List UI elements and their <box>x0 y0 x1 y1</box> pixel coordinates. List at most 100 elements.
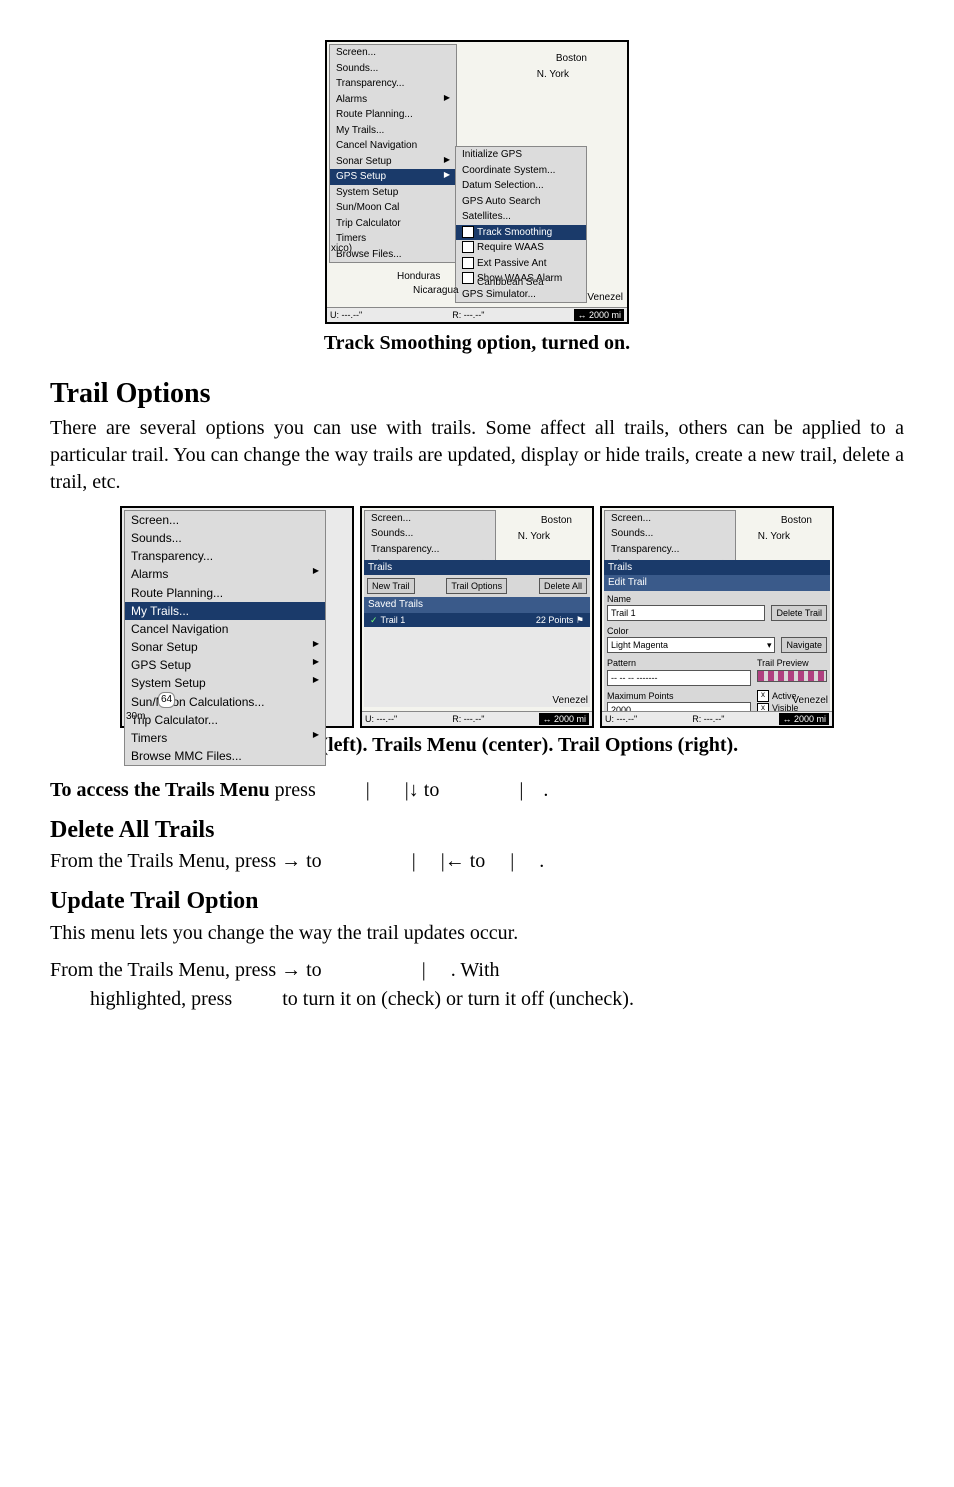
trails-menu-screenshot: Screen... Sounds... Transparency... Alar… <box>360 506 594 728</box>
menu-item[interactable]: System Setup▶ <box>125 674 325 692</box>
menu-item[interactable]: Sun/Moon Calculations... <box>125 693 325 711</box>
menu-item[interactable]: Sonar Setup▶ <box>125 638 325 656</box>
delete-all-heading: Delete All Trails <box>50 814 904 846</box>
menu-item[interactable]: Cancel Navigation <box>330 138 456 154</box>
submenu-arrow-icon: ▶ <box>444 170 450 181</box>
status-bar: U: ---.--" R: ---.--" ↔ 2000 mi <box>602 711 832 726</box>
trails-panel: Trails New Trail Trail Options Delete Al… <box>364 560 590 707</box>
menu-item-label: Sonar Setup <box>336 156 392 167</box>
submenu-item[interactable]: Ext Passive Ant <box>456 256 586 272</box>
menu-item: Sounds... <box>605 526 735 542</box>
submenu-item[interactable]: Satellites... <box>456 209 586 225</box>
menu-item[interactable]: Transparency... <box>125 547 325 565</box>
update2-prefix: highlighted, press <box>90 988 237 1010</box>
map-label: Venezel <box>552 694 588 708</box>
map-label: Boston <box>556 52 587 66</box>
checkbox-icon <box>462 257 474 269</box>
status-r: R: ---.--" <box>452 713 484 725</box>
submenu-item[interactable]: GPS Auto Search <box>456 194 586 210</box>
menu-item[interactable]: Sun/Moon Cal <box>330 200 456 216</box>
checkbox-icon: x <box>757 690 769 702</box>
trail-row[interactable]: ✓Trail 1 22 Points ⚑ <box>364 613 590 627</box>
map-label: N. York <box>518 530 550 544</box>
menu-item[interactable]: GPS Setup▶ <box>125 656 325 674</box>
check-icon: ✓ <box>370 615 378 625</box>
status-u: U: ---.--" <box>365 713 397 725</box>
menu-item-gps-setup[interactable]: GPS Setup▶ <box>330 169 456 185</box>
delete-mid: | |← to | . <box>372 850 545 872</box>
update-trail-heading: Update Trail Option <box>50 885 904 917</box>
navigate-button[interactable]: Navigate <box>781 637 827 653</box>
menu-item[interactable]: Transparency... <box>330 76 456 92</box>
submenu-item-label: Ext Passive Ant <box>477 258 546 269</box>
main-menu: Screen... Sounds... Transparency... Alar… <box>329 44 457 263</box>
status-distance: ↔ 2000 mi <box>574 309 624 321</box>
trail-points-label: 22 Points <box>536 615 574 625</box>
menu-item[interactable]: Browse MMC Files... <box>125 747 325 765</box>
submenu-item-label: Track Smoothing <box>477 227 552 238</box>
update1-mid: | . With <box>372 959 500 981</box>
depth-label: 30m <box>126 710 145 724</box>
submenu-arrow-icon: ▶ <box>313 730 319 741</box>
color-select[interactable]: Light Magenta▾ <box>607 637 775 653</box>
menu-item[interactable]: Sounds... <box>330 61 456 77</box>
trails-header: Trails <box>364 560 590 576</box>
map-label: xico) <box>331 242 352 256</box>
submenu-item[interactable]: Initialize GPS <box>456 147 586 163</box>
pattern-field[interactable]: -- -- -- ------- <box>607 670 751 686</box>
map-label: Caribbean Sea <box>477 276 544 290</box>
update-line-2: highlighted, press to turn it on (check)… <box>50 986 904 1013</box>
submenu-item[interactable]: Coordinate System... <box>456 163 586 179</box>
menu-item[interactable]: Alarms▶ <box>125 565 325 583</box>
checkbox-icon <box>462 272 474 284</box>
menu-item[interactable]: System Setup <box>330 185 456 201</box>
menu-item[interactable]: Trip Calculator <box>330 216 456 232</box>
trail-options-heading: Trail Options <box>50 375 904 413</box>
trail-preview-label: Trail Preview <box>757 657 827 669</box>
max-points-label: Maximum Points <box>607 690 751 702</box>
submenu-item-label: Require WAAS <box>477 242 544 253</box>
name-field[interactable]: Trail 1 <box>607 605 765 621</box>
delete-trail-button[interactable]: Delete Trail <box>771 605 827 621</box>
menu-item[interactable]: Sonar Setup ▶ <box>330 154 456 170</box>
submenu-item[interactable]: Datum Selection... <box>456 178 586 194</box>
access-trails-rest: press <box>270 779 321 801</box>
main-menu-screenshot: Screen... Sounds... Transparency... Alar… <box>120 506 354 728</box>
color-value: Light Magenta <box>611 639 668 651</box>
edit-trail-header: Edit Trail <box>604 575 830 591</box>
menu-item: Sounds... <box>365 526 495 542</box>
name-label: Name <box>607 593 765 605</box>
submenu-arrow-icon: ▶ <box>444 155 450 166</box>
menu-item[interactable]: Timers▶ <box>125 729 325 747</box>
menu-item[interactable]: My Trails... <box>330 123 456 139</box>
update-trail-body: This menu lets you change the way the tr… <box>50 920 904 947</box>
menu-item[interactable]: Trip Calculator... <box>125 711 325 729</box>
update-line-1: From the Trails Menu, press → to | . Wit… <box>50 957 904 984</box>
trail-options-button[interactable]: Trail Options <box>446 578 507 594</box>
access-end: | . <box>489 779 548 801</box>
trail-name: ✓Trail 1 <box>370 614 405 626</box>
menu-item-my-trails[interactable]: My Trails... <box>125 602 325 620</box>
main-menu-list: Screen... Sounds... Transparency... Alar… <box>124 510 326 767</box>
menu-item: Screen... <box>605 511 735 527</box>
delete-all-button[interactable]: Delete All <box>539 578 587 594</box>
status-r: R: ---.--" <box>452 309 484 321</box>
pattern-label: Pattern <box>607 657 751 669</box>
access-trails-line: To access the Trails Menu press | |↓ to … <box>50 777 904 804</box>
trails-header: Trails <box>604 560 830 576</box>
saved-trails-header: Saved Trails <box>364 597 590 613</box>
menu-item[interactable]: Sounds... <box>125 529 325 547</box>
map-label: Nicaragua <box>413 284 459 298</box>
submenu-arrow-icon: ▶ <box>313 675 319 686</box>
menu-item[interactable]: Cancel Navigation <box>125 620 325 638</box>
new-trail-button[interactable]: New Trail <box>367 578 415 594</box>
menu-item[interactable]: Route Planning... <box>125 584 325 602</box>
menu-item[interactable]: Route Planning... <box>330 107 456 123</box>
submenu-arrow-icon: ▶ <box>444 93 450 104</box>
menu-item[interactable]: Screen... <box>125 511 325 529</box>
menu-item[interactable]: Screen... <box>330 45 456 61</box>
status-bar: U: ---.--" R: ---.--" ↔ 2000 mi <box>327 307 627 322</box>
submenu-item[interactable]: Require WAAS <box>456 240 586 256</box>
menu-item[interactable]: Alarms▶ <box>330 92 456 108</box>
submenu-item-track-smoothing[interactable]: xTrack Smoothing <box>456 225 586 241</box>
